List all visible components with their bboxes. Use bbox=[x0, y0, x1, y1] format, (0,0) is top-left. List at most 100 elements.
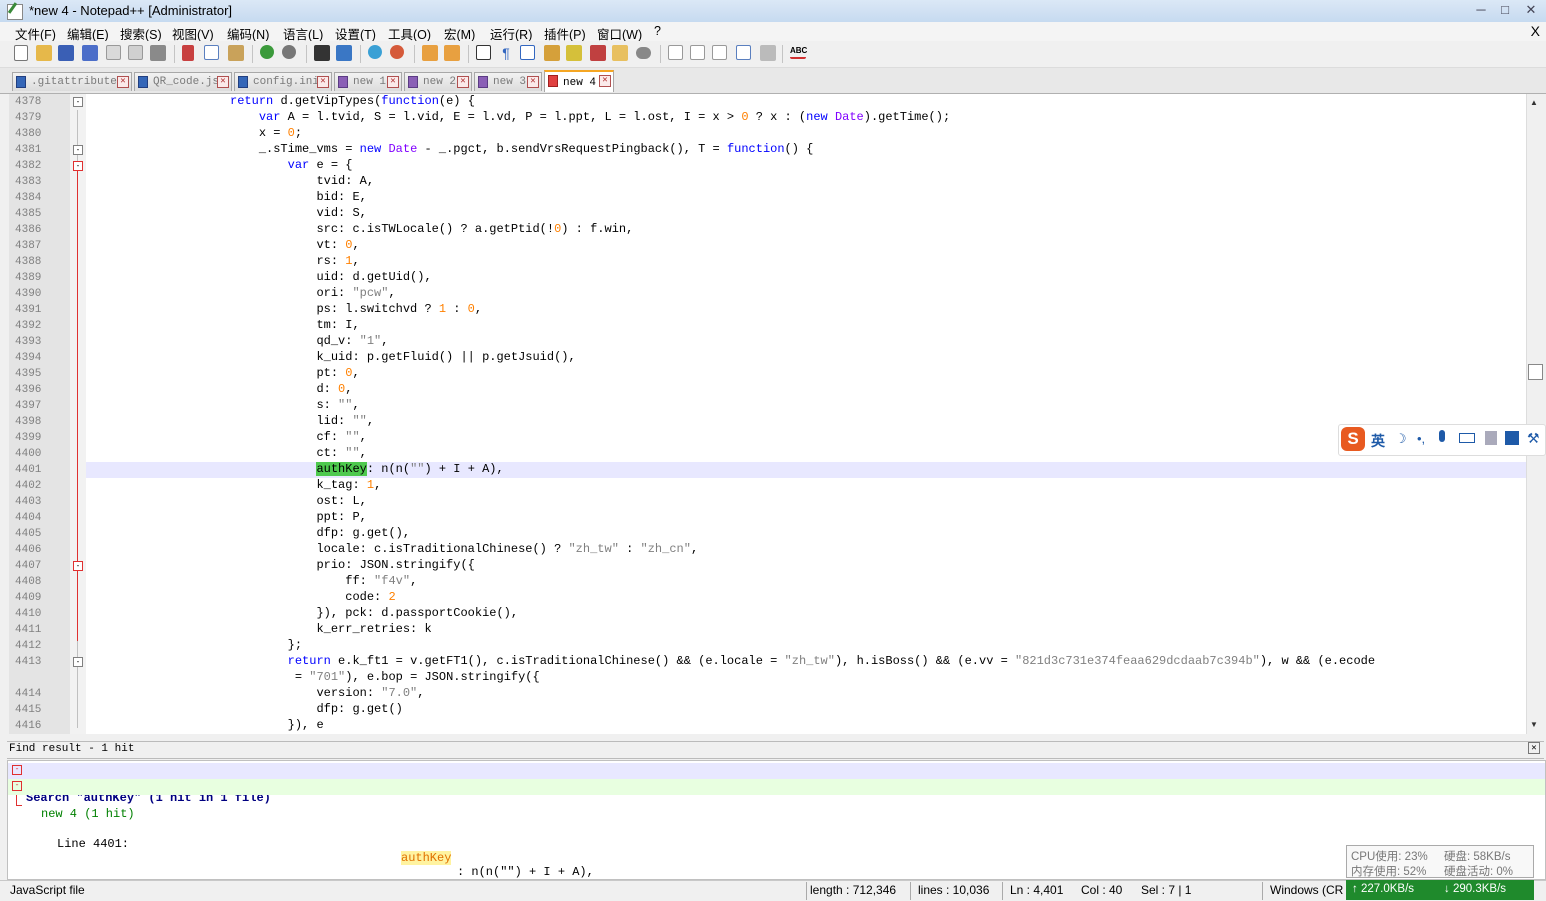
fold-toggle-icon[interactable]: - bbox=[73, 97, 83, 107]
tab-new-2[interactable]: new 2 ✕ bbox=[404, 72, 472, 91]
undo-icon[interactable] bbox=[260, 45, 274, 59]
scroll-up-icon[interactable]: ▲ bbox=[1530, 98, 1538, 107]
tab-close-icon[interactable]: ✕ bbox=[117, 76, 129, 88]
hit-result-row[interactable]: Line 4401: authKey : n(n("") + I + A), bbox=[8, 795, 1545, 879]
play-macro-icon[interactable] bbox=[712, 45, 727, 60]
spell-check-icon[interactable]: ABC bbox=[790, 45, 807, 59]
show-all-chars-icon[interactable]: ¶ bbox=[498, 45, 514, 61]
record-macro-icon[interactable] bbox=[668, 45, 683, 60]
new-file-icon[interactable] bbox=[14, 45, 28, 61]
copy-icon[interactable] bbox=[204, 45, 219, 60]
toolbar-separator bbox=[414, 45, 415, 63]
tab-close-icon[interactable]: ✕ bbox=[387, 76, 399, 88]
toolbar-separator bbox=[468, 45, 469, 63]
ime-toolbar[interactable]: S 英 ☽ •, ⚒ bbox=[1338, 424, 1546, 456]
tab-close-icon[interactable]: ✕ bbox=[317, 76, 329, 88]
code-line: k_err_retries: k bbox=[86, 622, 432, 636]
code-line: vt: 0, bbox=[86, 238, 360, 252]
find-panel-close-icon[interactable]: ✕ bbox=[1528, 742, 1540, 754]
code-line: s: "", bbox=[86, 398, 360, 412]
tab-close-icon[interactable]: ✕ bbox=[527, 76, 539, 88]
tab-new-1[interactable]: new 1 ✕ bbox=[334, 72, 402, 91]
doc-map-icon[interactable] bbox=[566, 45, 582, 61]
menu-help[interactable]: ? bbox=[654, 24, 661, 38]
code-line: k_uid: p.getFluid() || p.getJsuid(), bbox=[86, 350, 576, 364]
folder-as-workspace-icon[interactable] bbox=[612, 45, 628, 61]
fold-toggle-icon[interactable]: - bbox=[12, 765, 22, 775]
cut-icon[interactable] bbox=[182, 45, 194, 61]
find-icon[interactable] bbox=[314, 45, 330, 61]
eol-format-label[interactable]: Windows (CR bbox=[1270, 883, 1343, 897]
close-file-icon[interactable] bbox=[106, 45, 121, 60]
zoom-in-icon[interactable] bbox=[368, 45, 382, 59]
tab-new-3[interactable]: new 3 ✕ bbox=[474, 72, 542, 91]
search-summary-row[interactable]: - Search "authKey" (1 hit in 1 file) bbox=[8, 763, 1545, 805]
wrench-icon[interactable]: ⚒ bbox=[1527, 430, 1540, 447]
sync-vertical-icon[interactable] bbox=[422, 45, 438, 61]
replace-icon[interactable] bbox=[336, 45, 352, 61]
fold-toggle-icon[interactable]: - bbox=[73, 161, 83, 171]
code-line: prio: JSON.stringify({ bbox=[86, 558, 475, 572]
fold-margin[interactable]: - - - - - bbox=[70, 94, 86, 734]
redo-icon[interactable] bbox=[282, 45, 296, 59]
monitoring-icon[interactable] bbox=[636, 47, 651, 59]
microphone-icon[interactable] bbox=[1439, 430, 1445, 442]
close-document-button[interactable]: X bbox=[1531, 23, 1540, 39]
fold-toggle-icon[interactable]: - bbox=[73, 145, 83, 155]
tab-qr-code-js[interactable]: QR_code.js ✕ bbox=[134, 72, 232, 91]
tab-gitattributes[interactable]: .gitattributes ✕ bbox=[12, 72, 132, 91]
tab-close-icon[interactable]: ✕ bbox=[457, 76, 469, 88]
scrollbar-thumb[interactable] bbox=[1528, 364, 1543, 380]
run-macro-multiple-icon[interactable] bbox=[736, 45, 751, 60]
tab-config-ini[interactable]: config.ini ✕ bbox=[234, 72, 332, 91]
code-editor[interactable]: - - - - - 4378 4379 4380 4381 4382 4383 … bbox=[9, 94, 1526, 734]
modified-file-icon bbox=[478, 76, 488, 88]
fold-toggle-icon[interactable]: - bbox=[12, 781, 22, 791]
sync-horizontal-icon[interactable] bbox=[444, 45, 460, 61]
skin-icon[interactable] bbox=[1505, 431, 1519, 445]
save-all-icon[interactable] bbox=[82, 45, 98, 61]
code-line: var A = l.tvid, S = l.vid, E = l.vd, P =… bbox=[258, 110, 951, 124]
code-line: src: c.isTWLocale() ? a.getPtid(!0) : f.… bbox=[86, 222, 634, 236]
fold-toggle-icon[interactable]: - bbox=[73, 561, 83, 571]
tab-close-icon[interactable]: ✕ bbox=[217, 76, 229, 88]
sogou-logo-icon[interactable]: S bbox=[1341, 427, 1365, 451]
vertical-scrollbar[interactable]: ▲ ▼ bbox=[1526, 94, 1544, 734]
code-line: vid: S, bbox=[86, 206, 367, 220]
print-icon[interactable] bbox=[150, 45, 166, 61]
code-line: tm: I, bbox=[86, 318, 360, 332]
save-icon[interactable] bbox=[58, 45, 74, 61]
open-file-icon[interactable] bbox=[36, 45, 52, 61]
minimize-button[interactable]: ─ bbox=[1470, 1, 1492, 19]
function-list-icon[interactable] bbox=[590, 45, 606, 61]
ime-mode-label[interactable]: 英 bbox=[1371, 431, 1385, 451]
maximize-button[interactable]: □ bbox=[1494, 1, 1516, 19]
system-monitor-widget: CPU使用: 23% 硬盘: 58KB/s 内存使用: 52% 硬盘活动: 0%… bbox=[1346, 845, 1534, 900]
scroll-down-icon[interactable]: ▼ bbox=[1530, 720, 1538, 729]
paste-icon[interactable] bbox=[228, 45, 244, 61]
unsaved-file-icon bbox=[548, 75, 558, 87]
keyboard-icon[interactable] bbox=[1459, 433, 1475, 443]
tab-new-4[interactable]: new 4 ✕ bbox=[544, 70, 614, 92]
close-all-icon[interactable] bbox=[128, 45, 143, 60]
close-button[interactable]: ✕ bbox=[1520, 1, 1542, 19]
punctuation-icon[interactable]: •, bbox=[1417, 431, 1425, 446]
find-result-header: Find result - 1 hit ✕ bbox=[7, 741, 1544, 759]
tab-close-icon[interactable]: ✕ bbox=[599, 75, 611, 87]
code-line: cf: "", bbox=[86, 430, 367, 444]
moon-icon[interactable]: ☽ bbox=[1395, 431, 1407, 447]
zoom-out-icon[interactable] bbox=[390, 45, 404, 59]
stop-macro-icon[interactable] bbox=[690, 45, 705, 60]
title-bar: *new 4 - Notepad++ [Administrator] ─ □ ✕ bbox=[0, 0, 1546, 23]
user-icon[interactable] bbox=[1485, 431, 1497, 445]
code-area[interactable]: return d.getVipTypes(function(e) { var A… bbox=[86, 94, 1526, 734]
udl-icon[interactable] bbox=[544, 45, 560, 61]
file-type-label: JavaScript file bbox=[10, 883, 85, 897]
indent-guide-icon[interactable] bbox=[520, 45, 535, 60]
save-macro-icon[interactable] bbox=[760, 45, 776, 61]
fold-toggle-icon[interactable]: - bbox=[73, 657, 83, 667]
code-line: }), e bbox=[86, 718, 324, 732]
file-result-row[interactable]: - new 4 (1 hit) bbox=[8, 779, 1545, 821]
find-result-panel[interactable]: - Search "authKey" (1 hit in 1 file) - n… bbox=[7, 760, 1546, 880]
word-wrap-icon[interactable] bbox=[476, 45, 491, 60]
